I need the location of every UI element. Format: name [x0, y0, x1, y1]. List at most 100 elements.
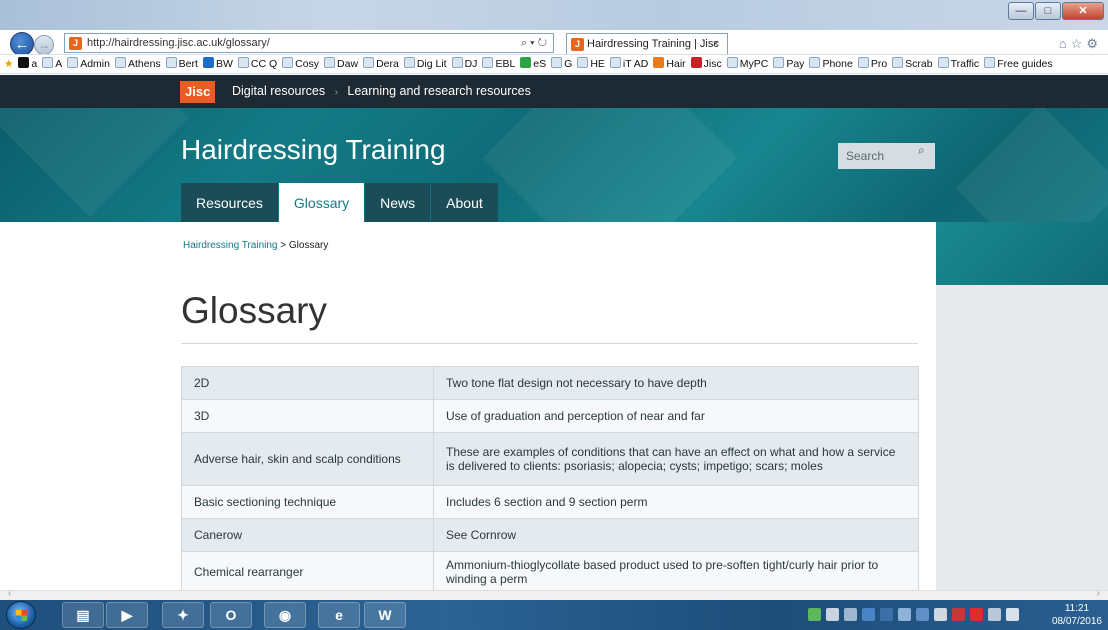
page-icon	[363, 57, 375, 68]
tab-title: Hairdressing Training | Jisc	[587, 38, 719, 50]
favorite-item[interactable]: Athens	[114, 55, 161, 73]
green-icon	[520, 57, 532, 68]
mail-tray-icon[interactable]	[844, 608, 857, 621]
banner-facet	[955, 108, 1108, 222]
site-title[interactable]: Hairdressing Training	[181, 134, 446, 166]
favorite-item[interactable]: Scrab	[892, 55, 933, 73]
page-icon	[892, 57, 904, 68]
favorite-item[interactable]: DJ	[451, 55, 477, 73]
favorite-label: a	[31, 58, 38, 70]
start-button[interactable]	[6, 601, 36, 629]
favorite-item[interactable]: A	[42, 55, 62, 73]
favorite-item[interactable]: Pay	[773, 55, 804, 73]
favorite-item[interactable]: Traffic	[937, 55, 980, 73]
site-banner: Hairdressing Training Search	[0, 108, 1108, 222]
favorite-item[interactable]: a	[18, 55, 37, 73]
favorite-item[interactable]: Pro	[857, 55, 887, 73]
favorite-item[interactable]: Phone	[809, 55, 853, 73]
jisc-logo[interactable]: Jisc	[180, 81, 216, 103]
favorite-label: Traffic	[950, 58, 980, 70]
favorite-item[interactable]: Jisc	[690, 55, 722, 73]
home-icon[interactable]: ⌂	[1059, 36, 1071, 51]
favorite-item[interactable]: MyPC	[726, 55, 768, 73]
scroll-left-icon[interactable]: ‹	[8, 588, 11, 599]
network-tray-icon[interactable]	[988, 608, 1001, 621]
settings-gear-icon[interactable]: ⚙	[1086, 36, 1102, 51]
favorite-item[interactable]: BW	[202, 55, 233, 73]
topnav-learning-research[interactable]: Learning and research resources	[347, 84, 530, 98]
favorite-item[interactable]: Dig Lit	[403, 55, 447, 73]
forward-button[interactable]: →	[34, 35, 54, 55]
scroll-right-icon[interactable]: ›	[1097, 588, 1100, 599]
tray-icon[interactable]	[934, 608, 947, 621]
favorite-item[interactable]: Free guides	[984, 55, 1053, 73]
internet-explorer-icon[interactable]: e	[318, 602, 360, 628]
favorite-item[interactable]: iT AD	[609, 55, 649, 73]
favorite-label: iT AD	[622, 58, 649, 70]
page-icon	[937, 57, 949, 68]
outlook-icon[interactable]: O	[210, 602, 252, 628]
volume-tray-icon[interactable]	[1006, 608, 1019, 621]
tab-close-icon[interactable]: ×	[713, 34, 719, 54]
favorite-item[interactable]: Admin	[67, 55, 110, 73]
breadcrumb-home-link[interactable]: Hairdressing Training	[183, 240, 278, 251]
page-icon	[857, 57, 869, 68]
address-bar[interactable]: J http://hairdressing.jisc.ac.uk/glossar…	[64, 33, 554, 53]
horizontal-scrollbar[interactable]: ‹ ›	[0, 588, 1108, 600]
favorite-item[interactable]: CC Q	[237, 55, 277, 73]
tray-icon[interactable]	[880, 608, 893, 621]
table-row: 2D Two tone flat design not necessary to…	[181, 366, 919, 400]
explorer-icon[interactable]: ▤	[62, 602, 104, 628]
favorite-item[interactable]: Dera	[363, 55, 399, 73]
clock-time: 11:21	[1064, 603, 1090, 614]
favorites-star-icon[interactable]: ☆	[1071, 36, 1087, 51]
page-icon	[577, 57, 589, 68]
glossary-definition: Ammonium-thioglycollate based product us…	[433, 551, 919, 592]
favorite-item[interactable]: Bert	[165, 55, 198, 73]
browser-tab[interactable]: J Hairdressing Training | Jisc ×	[566, 33, 728, 55]
favorite-label: Cosy	[295, 58, 320, 70]
tray-icon[interactable]	[952, 608, 965, 621]
close-window-button[interactable]: ✕	[1062, 2, 1104, 20]
tray-icon[interactable]	[808, 608, 821, 621]
favorite-label: Pay	[786, 58, 805, 70]
page-icon	[984, 57, 996, 68]
favorite-item[interactable]: EBL	[482, 55, 515, 73]
tab-resources[interactable]: Resources	[181, 183, 278, 222]
jisc-top-strip: Jisc Digital resources › Learning and re…	[0, 75, 1108, 108]
favorite-item[interactable]: Hair	[653, 55, 686, 73]
glossary-term: 2D	[181, 366, 434, 400]
maximize-button[interactable]: □	[1035, 2, 1061, 20]
minimize-button[interactable]: —	[1008, 2, 1034, 20]
favorite-item[interactable]: eS	[520, 55, 546, 73]
search-icon[interactable]: ⌕	[918, 143, 1100, 158]
glossary-definition: See Cornrow	[433, 518, 919, 552]
tab-about[interactable]: About	[431, 183, 498, 222]
address-bar-tools[interactable]: ⌕ ▾ ↻	[521, 34, 547, 52]
favorite-label: Athens	[127, 58, 161, 70]
taskbar-clock[interactable]: 11:21 08/07/2016	[1052, 602, 1102, 628]
favorite-item[interactable]: Daw	[324, 55, 358, 73]
media-player-icon[interactable]: ▶	[106, 602, 148, 628]
favorite-item[interactable]: Cosy	[282, 55, 319, 73]
chrome-icon[interactable]: ◉	[264, 602, 306, 628]
word-icon[interactable]: W	[364, 602, 406, 628]
favorite-label: Dig Lit	[416, 58, 447, 70]
tab-glossary[interactable]: Glossary	[278, 183, 365, 222]
netflix-tray-icon[interactable]	[970, 608, 983, 621]
table-row: Chemical rearranger Ammonium-thioglycoll…	[181, 551, 919, 592]
tray-icon[interactable]	[862, 608, 875, 621]
tray-icon[interactable]	[898, 608, 911, 621]
tray-icon[interactable]	[826, 608, 839, 621]
page-icon	[609, 57, 621, 68]
topnav-digital-resources[interactable]: Digital resources	[232, 84, 325, 98]
page-title: Glossary	[181, 290, 327, 331]
back-button[interactable]: ←	[10, 32, 34, 56]
tray-icon[interactable]	[916, 608, 929, 621]
favorites-bar: ★ a A Admin Athens Bert BW CC Q Cosy Daw Dera Dig …	[0, 54, 1108, 74]
favorite-item[interactable]: G	[551, 55, 572, 73]
favorite-item[interactable]: HE	[577, 55, 605, 73]
favorites-star-icon[interactable]: ★	[4, 58, 13, 70]
app-icon[interactable]: ✦	[162, 602, 204, 628]
tab-news[interactable]: News	[365, 183, 431, 222]
